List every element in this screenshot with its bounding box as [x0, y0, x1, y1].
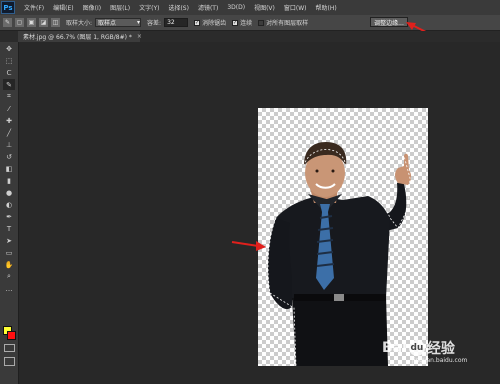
menu-image[interactable]: 图像(I)	[83, 3, 101, 12]
chevron-down-icon: ▾	[137, 19, 141, 26]
blur-tool-icon[interactable]: ●	[3, 187, 15, 198]
more-tools-icon[interactable]: …	[3, 283, 15, 294]
marquee-tool-icon[interactable]: ⬚	[3, 55, 15, 66]
eraser-tool-icon[interactable]: ◧	[3, 163, 15, 174]
background-color-swatch[interactable]	[7, 331, 16, 340]
shape-tool-icon[interactable]: ▭	[3, 247, 15, 258]
watermark-brand-a: Bai	[382, 340, 407, 356]
antialias-checkbox[interactable]: ✓	[194, 19, 201, 26]
quick-select-preset-icon[interactable]: ✎	[3, 18, 12, 27]
intersect-selection-icon[interactable]: ◫	[51, 18, 60, 27]
tolerance-input[interactable]: 32	[164, 18, 189, 27]
crop-tool-icon[interactable]: ⌗	[3, 91, 15, 102]
menu-view[interactable]: 视图(V)	[254, 3, 275, 12]
document-tab[interactable]: 素材.jpg @ 66.7% (图层 1, RGB/8#) * ×	[18, 31, 142, 42]
lasso-tool-icon[interactable]: ᑕ	[3, 67, 15, 78]
move-tool-icon[interactable]: ✥	[3, 43, 15, 54]
sample-all-layers-label: 对所有图层取样	[266, 20, 309, 27]
watermark-brand-b: 经验	[426, 341, 455, 357]
document-tab-bar: 素材.jpg @ 66.7% (图层 1, RGB/8#) * ×	[0, 31, 500, 42]
menu-help[interactable]: 帮助(H)	[316, 3, 337, 12]
antialias-label: 消除锯齿	[202, 20, 227, 27]
menu-filter[interactable]: 滤镜(T)	[198, 3, 218, 12]
menu-layer[interactable]: 图层(L)	[110, 3, 130, 12]
eyedropper-tool-icon[interactable]: ⁄	[3, 103, 15, 114]
person-image	[267, 142, 412, 366]
quick-mask-icon[interactable]	[4, 344, 15, 352]
pen-tool-icon[interactable]: ✒	[3, 211, 15, 222]
tolerance-label: 容差:	[147, 20, 162, 27]
menu-3d[interactable]: 3D(D)	[227, 4, 245, 11]
dodge-tool-icon[interactable]: ◐	[3, 199, 15, 210]
menu-type[interactable]: 文字(Y)	[139, 3, 159, 12]
zoom-tool-icon[interactable]: ⌕	[3, 271, 15, 282]
new-selection-icon[interactable]: ▢	[15, 18, 24, 27]
sample-size-label: 取样大小:	[66, 20, 93, 27]
annotation-arrow-selection	[231, 241, 266, 251]
add-to-selection-icon[interactable]: ▣	[27, 18, 36, 27]
sample-size-select[interactable]: 取样点 ▾	[95, 18, 142, 27]
refine-edge-button[interactable]: 调整边缘...	[370, 17, 408, 27]
gradient-tool-icon[interactable]: ▮	[3, 175, 15, 186]
history-brush-tool-icon[interactable]: ↺	[3, 151, 15, 162]
menu-edit[interactable]: 编辑(E)	[53, 3, 73, 12]
contiguous-label: 连续	[240, 20, 253, 27]
brush-tool-icon[interactable]: ╱	[3, 127, 15, 138]
contiguous-checkbox[interactable]: ✓	[232, 19, 239, 26]
hand-tool-icon[interactable]: ✋	[3, 259, 15, 270]
baidu-watermark: Bai du 经验	[382, 338, 455, 358]
watermark-url: jingyan.baidu.com	[412, 357, 468, 364]
close-icon[interactable]: ×	[137, 33, 142, 40]
path-select-tool-icon[interactable]: ➤	[3, 235, 15, 246]
clone-stamp-tool-icon[interactable]: ⊥	[3, 139, 15, 150]
menu-file[interactable]: 文件(F)	[24, 3, 44, 12]
subtract-selection-icon[interactable]: ◪	[39, 18, 48, 27]
sample-all-layers-checkbox[interactable]	[258, 19, 265, 26]
photoshop-logo: Ps	[1, 1, 15, 14]
menu-window[interactable]: 窗口(W)	[284, 3, 307, 12]
sample-size-value: 取样点	[98, 20, 117, 27]
menu-bar: Ps 文件(F) 编辑(E) 图像(I) 图层(L) 文字(Y) 选择(S) 滤…	[0, 0, 500, 15]
menu-select[interactable]: 选择(S)	[168, 3, 189, 12]
paw-icon: du	[408, 340, 425, 356]
quick-select-tool-icon[interactable]: ✎	[3, 79, 15, 90]
healing-brush-tool-icon[interactable]: ✚	[3, 115, 15, 126]
type-tool-icon[interactable]: T	[3, 223, 15, 234]
screen-mode-icon[interactable]	[4, 357, 15, 366]
document-tab-title: 素材.jpg @ 66.7% (图层 1, RGB/8#) *	[23, 34, 132, 41]
